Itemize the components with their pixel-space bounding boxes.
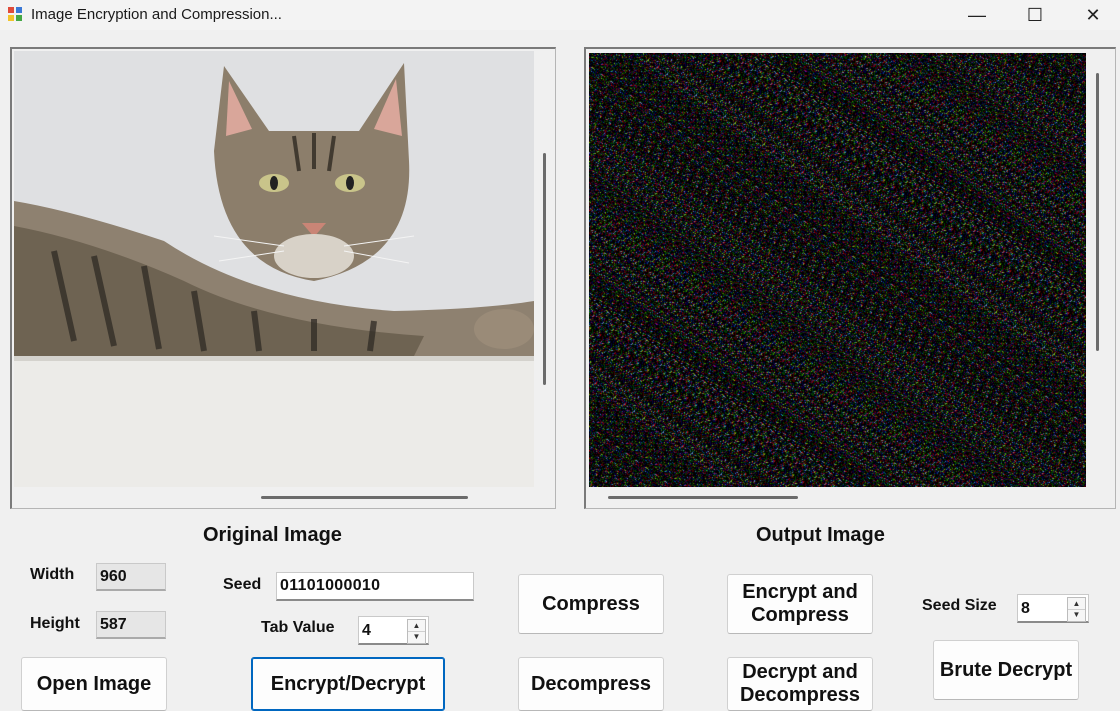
original-image-panel[interactable] [10, 47, 556, 509]
open-image-button[interactable]: Open Image [21, 657, 167, 711]
brute-decrypt-button[interactable]: Brute Decrypt [933, 640, 1079, 700]
seed-size-text: 8 [1021, 600, 1030, 617]
seed-size-label: Seed Size [922, 597, 997, 614]
decompress-button[interactable]: Decompress [518, 657, 664, 711]
close-button[interactable]: ✕ [1064, 0, 1120, 30]
output-image-label: Output Image [756, 524, 885, 546]
tab-value-label: Tab Value [261, 619, 335, 636]
compress-button[interactable]: Compress [518, 574, 664, 634]
stepper-down-icon[interactable]: ▼ [1068, 609, 1085, 620]
minimize-button[interactable]: — [948, 0, 1006, 30]
vertical-scrollbar[interactable] [543, 153, 546, 385]
maximize-button[interactable]: ☐ [1006, 0, 1064, 30]
window-title: Image Encryption and Compression... [31, 6, 282, 23]
horizontal-scrollbar[interactable] [608, 496, 798, 499]
encrypt-decrypt-button[interactable]: Encrypt/Decrypt [251, 657, 445, 711]
seed-input[interactable]: 01101000010 [276, 572, 474, 601]
tab-value-text: 4 [362, 622, 371, 639]
output-image-panel[interactable] [584, 47, 1116, 509]
seed-label: Seed [223, 576, 262, 593]
height-label: Height [30, 615, 80, 632]
cat-photo [14, 51, 534, 487]
tab-value-stepper[interactable]: 4 ▲ ▼ [358, 616, 429, 645]
original-image-label: Original Image [203, 524, 342, 546]
seed-size-stepper[interactable]: 8 ▲ ▼ [1017, 594, 1089, 623]
app-icon [8, 7, 22, 21]
noise-image [589, 53, 1086, 487]
horizontal-scrollbar[interactable] [261, 496, 468, 499]
decrypt-and-decompress-button[interactable]: Decrypt and Decompress [727, 657, 873, 711]
title-bar: Image Encryption and Compression... — ☐ … [0, 0, 1120, 30]
vertical-scrollbar[interactable] [1096, 73, 1099, 351]
encrypt-and-compress-button[interactable]: Encrypt and Compress [727, 574, 873, 634]
width-value: 960 [96, 563, 166, 591]
width-label: Width [30, 566, 75, 583]
height-value: 587 [96, 611, 166, 639]
stepper-down-icon[interactable]: ▼ [408, 631, 425, 642]
